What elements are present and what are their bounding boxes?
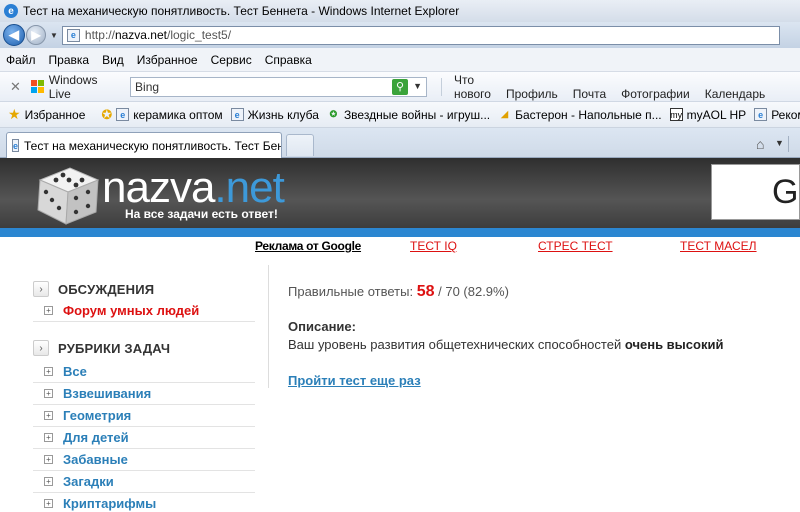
- favorite-link[interactable]: ◢ Бастерон - Напольные п...: [498, 108, 661, 122]
- favorite-link[interactable]: ✪ Звездные войны - игруш...: [327, 108, 490, 122]
- ability-level: очень высокий: [624, 337, 724, 352]
- command-bar-divider: [788, 136, 789, 152]
- favorites-star-icon[interactable]: ★: [8, 106, 21, 123]
- toolbar-divider: [440, 77, 442, 96]
- favorite-link[interactable]: e керамика оптом: [116, 108, 223, 122]
- menu-help[interactable]: Справка: [265, 53, 312, 67]
- site-logo-text[interactable]: nazva.net: [102, 166, 285, 210]
- google-ads-link[interactable]: Реклама от Google: [255, 239, 361, 253]
- windows-live-link[interactable]: Windows Live: [49, 73, 122, 101]
- dice-logo-icon[interactable]: [32, 162, 104, 228]
- menu-file[interactable]: Файл: [6, 53, 36, 67]
- site-header: nazva.net На все задачи есть ответ! Gi: [0, 158, 800, 228]
- score-correct: 58: [416, 283, 435, 300]
- score-total: / 70 (82.9%): [438, 284, 509, 299]
- sidebar-item-weighings[interactable]: + Взвешивания: [33, 383, 255, 405]
- description-text: Ваш уровень развития общетехнических спо…: [288, 337, 724, 352]
- expand-icon: +: [44, 455, 53, 464]
- site-slogan: На все задачи есть ответ!: [125, 207, 278, 221]
- menu-view[interactable]: Вид: [102, 53, 124, 67]
- wl-link-mail[interactable]: Почта: [573, 87, 606, 101]
- test-score: Правильные ответы: 58 / 70 (82.9%): [288, 283, 509, 301]
- tab-active[interactable]: e Тест на механическую понятливость. Тес…: [6, 132, 282, 158]
- tab-title: Тест на механическую понятливость. Тест …: [24, 138, 282, 153]
- sidebar-item-cryptarithms[interactable]: + Криптарифмы: [33, 493, 255, 512]
- close-toolbar-icon[interactable]: ✕: [10, 79, 21, 95]
- expand-icon: +: [44, 389, 53, 398]
- internet-explorer-icon: e: [4, 4, 18, 18]
- score-label: Правильные ответы:: [288, 284, 414, 299]
- home-icon[interactable]: ⌂: [756, 136, 764, 152]
- expand-icon: +: [44, 499, 53, 508]
- windows-live-logo-icon: [30, 79, 45, 94]
- bing-search-input[interactable]: Bing ⚲ ▼: [130, 76, 427, 97]
- expand-icon: +: [44, 411, 53, 420]
- menu-bar: Файл Правка Вид Избранное Сервис Справка: [0, 48, 800, 72]
- expand-icon: +: [44, 433, 53, 442]
- back-button[interactable]: ◀: [3, 24, 25, 46]
- chevron-right-icon: ›: [33, 281, 49, 297]
- expand-icon: +: [44, 306, 53, 315]
- favorites-button[interactable]: Избранное: [25, 108, 86, 122]
- ie-page-icon: e: [230, 108, 244, 121]
- sidebar-item-geometry[interactable]: + Геометрия: [33, 405, 255, 427]
- search-icon[interactable]: ⚲: [391, 78, 408, 95]
- favorite-link[interactable]: my myAOL HP: [669, 108, 746, 122]
- header-accent-bar: [0, 228, 800, 237]
- content-divider: [268, 265, 269, 388]
- myaol-icon: my: [669, 108, 683, 121]
- favorite-link[interactable]: e Жизнь клуба: [230, 108, 319, 122]
- tab-bar: e Тест на механическую понятливость. Тес…: [0, 128, 800, 158]
- ad-links-row: Реклама от Google ТЕСТ IQ СТРЕС ТЕСТ ТЕС…: [0, 237, 800, 256]
- page-icon: e: [66, 28, 80, 42]
- expand-icon: +: [44, 477, 53, 486]
- bing-search-value: Bing: [135, 79, 160, 94]
- address-url[interactable]: http://nazva.net/logic_test5/: [85, 28, 231, 42]
- basteron-icon: ◢: [501, 109, 509, 119]
- favorite-link[interactable]: eРекомен: [754, 108, 800, 122]
- new-tab-button[interactable]: [286, 134, 314, 156]
- wl-link-whats-new[interactable]: Что нового: [454, 73, 491, 101]
- sidebar-item-funny[interactable]: + Забавные: [33, 449, 255, 471]
- section-header-discussions[interactable]: › ОБСУЖДЕНИЯ: [33, 278, 255, 300]
- window-title: Тест на механическую понятливость. Тест …: [23, 4, 460, 18]
- sidebar-item-riddles[interactable]: + Загадки: [33, 471, 255, 493]
- ad-link-oil-test[interactable]: ТЕСТ МАСЕЛ: [680, 239, 757, 253]
- forward-button[interactable]: ▶: [26, 25, 46, 45]
- menu-tools[interactable]: Сервис: [211, 53, 252, 67]
- windows-live-toolbar: ✕ Windows Live Bing ⚲ ▼ Что нового Профил…: [0, 72, 800, 102]
- starwars-icon: ✪: [329, 109, 338, 119]
- chevron-right-icon: ›: [33, 340, 49, 356]
- history-dropdown-icon[interactable]: ▼: [50, 31, 58, 40]
- window-title-bar: e Тест на механическую понятливость. Тес…: [0, 0, 800, 22]
- description-heading: Описание:: [288, 319, 356, 334]
- wl-link-profile[interactable]: Профиль: [506, 87, 558, 101]
- home-dropdown-icon[interactable]: ▼: [775, 138, 784, 148]
- sidebar-item-all[interactable]: + Все: [33, 361, 255, 383]
- ad-link-stress-test[interactable]: СТРЕС ТЕСТ: [538, 239, 613, 253]
- ie-page-icon: e: [12, 139, 20, 152]
- left-sidebar: › ОБСУЖДЕНИЯ + Форум умных людей › РУБРИ…: [33, 278, 255, 512]
- favorites-bar: ★ Избранное ✪ e керамика оптом e Жизнь клу…: [0, 102, 800, 128]
- ie-page-icon: e: [754, 108, 768, 121]
- wl-link-calendar[interactable]: Календарь: [705, 87, 766, 101]
- menu-favorites[interactable]: Избранное: [137, 53, 198, 67]
- retry-test-link[interactable]: Пройти тест еще раз: [288, 373, 421, 388]
- menu-edit[interactable]: Правка: [49, 53, 90, 67]
- ie-page-icon: e: [116, 108, 130, 121]
- search-options-dropdown-icon[interactable]: ▼: [413, 81, 422, 91]
- ad-link-iq-test[interactable]: ТЕСТ IQ: [410, 239, 457, 253]
- sidebar-item-forum[interactable]: + Форум умных людей: [33, 300, 255, 322]
- address-bar[interactable]: e http://nazva.net/logic_test5/: [61, 25, 780, 45]
- wl-link-photos[interactable]: Фотографии: [621, 87, 690, 101]
- header-banner[interactable]: Gi: [711, 164, 800, 220]
- expand-icon: +: [44, 367, 53, 376]
- add-to-favorites-icon[interactable]: ✪: [101, 107, 112, 123]
- sidebar-item-for-kids[interactable]: + Для детей: [33, 427, 255, 449]
- section-header-task-categories[interactable]: › РУБРИКИ ЗАДАЧ: [33, 337, 255, 359]
- navigation-bar: ◀ ▶ ▼ e http://nazva.net/logic_test5/: [0, 22, 800, 48]
